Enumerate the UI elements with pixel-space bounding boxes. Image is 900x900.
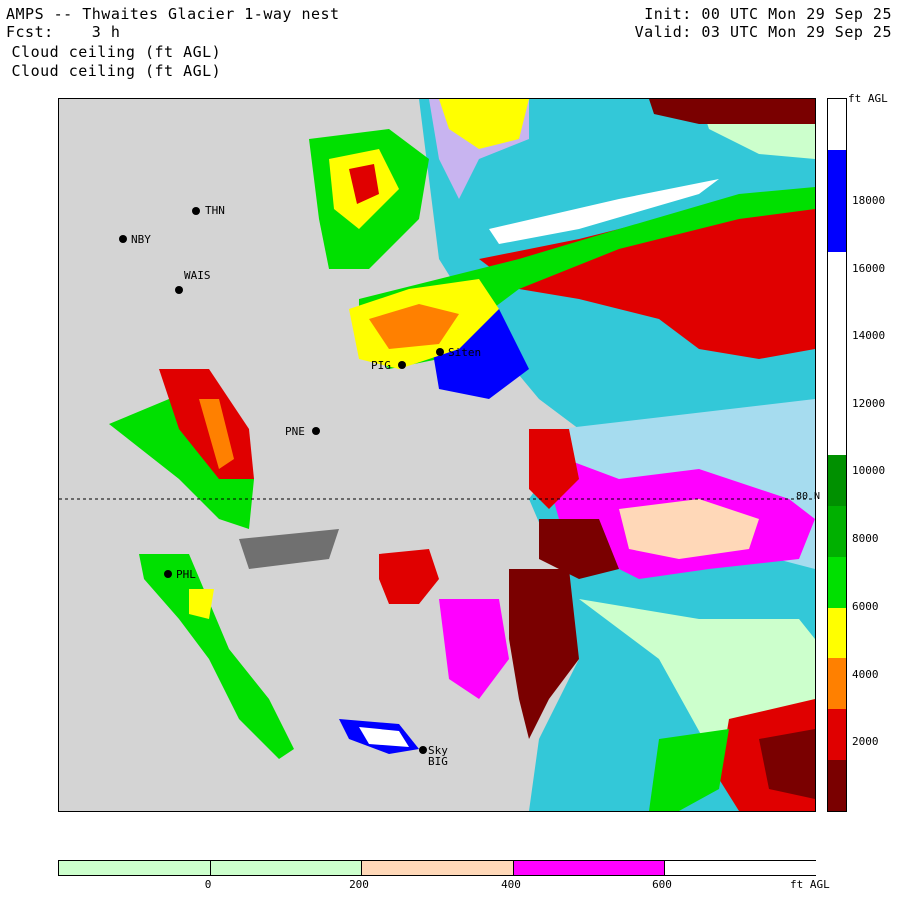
colorbar-tick: 12000 xyxy=(852,397,886,410)
station-dot-pig xyxy=(398,361,406,369)
colorbar-segment xyxy=(828,99,846,150)
hbar-unit: ft AGL xyxy=(790,878,830,891)
station-dot-nby xyxy=(119,235,127,243)
colorbar-tick: 4000 xyxy=(852,668,879,681)
station-label-thn: THN xyxy=(205,204,225,217)
hbar-tick: 0 xyxy=(204,878,212,891)
colorbar-segment xyxy=(828,709,846,761)
station-label-siten: Siten xyxy=(448,346,482,359)
station-label-wais: WAIS xyxy=(184,269,211,282)
station-label-pne: PNE xyxy=(285,425,305,438)
low-ceiling-colorbar xyxy=(58,860,816,876)
colorbar-segment xyxy=(828,353,846,405)
colorbar-unit: ft AGL xyxy=(848,92,888,105)
colorbar-segment xyxy=(828,149,846,201)
colorbar-segment xyxy=(828,760,846,811)
station-label-pig: PIG xyxy=(371,359,391,372)
colorbar-segment xyxy=(828,455,846,506)
phl-green xyxy=(139,554,294,759)
hbar-segment xyxy=(663,861,816,875)
colorbar-tick: 14000 xyxy=(852,329,886,342)
hbar-tick: 400 xyxy=(501,878,521,891)
forecast-hour: Fcst: 3 h xyxy=(6,23,121,41)
colorbar-segment xyxy=(828,404,846,455)
station-dot-wais xyxy=(175,286,183,294)
colorbar-segment xyxy=(828,505,846,557)
station-dot-siten xyxy=(436,348,444,356)
cloud-ceiling-map xyxy=(58,98,816,812)
map-canvas xyxy=(59,99,815,811)
colorbar-segment xyxy=(828,302,846,354)
map-title: AMPS -- Thwaites Glacier 1-way nest xyxy=(6,5,340,23)
colorbar-tick: 8000 xyxy=(852,532,879,545)
valid-time: Valid: 03 UTC Mon 29 Sep 25 xyxy=(634,23,892,41)
latitude-label: 80 N xyxy=(796,491,821,502)
red-blob-center xyxy=(379,549,439,604)
station-dot-thn xyxy=(192,207,200,215)
hbar-segment xyxy=(59,861,211,875)
field-name-1: Cloud ceiling (ft AGL) xyxy=(2,43,222,61)
colorbar-segment xyxy=(828,200,846,252)
colorbar-tick: 18000 xyxy=(852,194,886,207)
colorbar-segment xyxy=(828,556,846,608)
hbar-tick: 200 xyxy=(349,878,369,891)
station-label-big: BIG xyxy=(428,755,448,768)
hbar-segment xyxy=(512,861,665,875)
field-name-2: Cloud ceiling (ft AGL) xyxy=(2,62,222,80)
hbar-tick: 600 xyxy=(652,878,672,891)
terrain-shadow xyxy=(239,529,339,569)
colorbar-segment xyxy=(828,607,846,659)
station-dot-pne xyxy=(312,427,320,435)
hbar-segment xyxy=(361,861,514,875)
ceiling-colorbar xyxy=(827,98,847,812)
colorbar-tick: 16000 xyxy=(852,262,886,275)
station-dot-sky xyxy=(419,746,427,754)
colorbar-tick: 2000 xyxy=(852,735,879,748)
south-magenta xyxy=(439,599,509,699)
init-time: Init: 00 UTC Mon 29 Sep 25 xyxy=(644,5,892,23)
hbar-segment xyxy=(210,861,363,875)
station-label-nby: NBY xyxy=(131,233,151,246)
colorbar-tick: 6000 xyxy=(852,600,879,613)
colorbar-tick: 10000 xyxy=(852,464,886,477)
station-label-phl: PHL xyxy=(176,568,196,581)
station-dot-phl xyxy=(164,570,172,578)
colorbar-segment xyxy=(828,251,846,303)
colorbar-segment xyxy=(828,658,846,710)
